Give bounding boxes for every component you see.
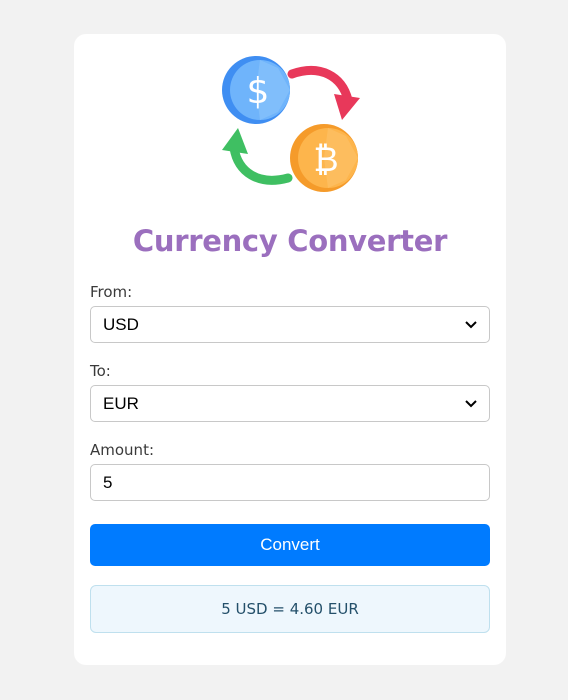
from-currency-value: USD <box>103 314 139 334</box>
dollar-coin-icon: $ <box>222 56 290 124</box>
to-currency-select[interactable]: EUR <box>90 385 490 422</box>
amount-input[interactable]: 5 <box>90 464 490 501</box>
result-text: 5 USD = 4.60 EUR <box>221 600 359 618</box>
green-arrow-icon <box>222 128 293 185</box>
convert-button[interactable]: Convert <box>90 524 490 566</box>
chevron-down-icon <box>465 398 477 410</box>
conversion-result: 5 USD = 4.60 EUR <box>90 585 490 633</box>
amount-label: Amount: <box>90 441 154 459</box>
amount-value: 5 <box>103 472 113 492</box>
chevron-down-icon <box>465 319 477 331</box>
converter-card: $ ₿ Currency Converter From: USD To: EUR… <box>74 34 506 665</box>
to-currency-value: EUR <box>103 393 139 413</box>
from-currency-select[interactable]: USD <box>90 306 490 343</box>
bitcoin-coin-icon: ₿ <box>290 124 358 192</box>
from-label: From: <box>90 283 133 301</box>
red-arrow-icon <box>287 65 360 120</box>
to-label: To: <box>90 362 111 380</box>
currency-exchange-icon: $ ₿ <box>220 54 360 196</box>
svg-text:₿: ₿ <box>313 140 338 180</box>
page-title: Currency Converter <box>132 224 448 258</box>
svg-text:$: $ <box>247 71 270 112</box>
